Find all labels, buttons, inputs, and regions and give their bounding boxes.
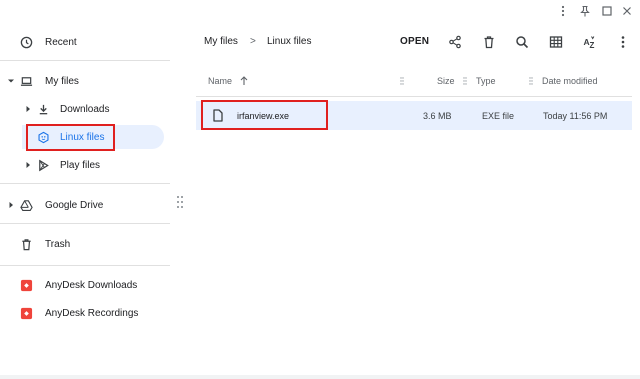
column-resize-icon[interactable]: [529, 76, 533, 86]
sort-arrow-up-icon[interactable]: [240, 76, 248, 86]
pin-icon[interactable]: [578, 4, 592, 18]
breadcrumb-current[interactable]: Linux files: [267, 36, 311, 47]
close-icon[interactable]: [620, 4, 634, 18]
divider: [0, 60, 170, 61]
toolbar: My files > Linux files OPEN AZ: [190, 24, 640, 60]
sidebar-item-play-files[interactable]: Play files: [0, 153, 170, 177]
anydesk-icon: [19, 306, 33, 320]
play-store-icon: [36, 158, 50, 172]
trash-icon: [19, 237, 33, 251]
divider: [0, 265, 170, 266]
search-icon[interactable]: [514, 34, 530, 50]
breadcrumb-root[interactable]: My files: [204, 36, 238, 47]
google-drive-icon: [19, 198, 33, 212]
sidebar-item-label: Play files: [60, 159, 101, 171]
anydesk-icon: [19, 278, 33, 292]
svg-text:Z: Z: [590, 41, 595, 49]
open-button[interactable]: OPEN: [400, 36, 429, 47]
breadcrumb-separator: >: [250, 36, 256, 47]
expand-arrow-icon[interactable]: [8, 77, 14, 85]
sort-az-icon[interactable]: AZ: [582, 34, 598, 50]
sidebar-item-recent[interactable]: Recent: [0, 30, 170, 54]
expand-arrow-icon[interactable]: [25, 161, 31, 169]
file-date: Today 11:56 PM: [543, 111, 608, 121]
sidebar-item-trash[interactable]: Trash: [0, 232, 170, 256]
sidebar-item-label: Downloads: [60, 103, 110, 115]
expand-arrow-icon[interactable]: [25, 105, 31, 113]
sidebar-item-label: Trash: [45, 238, 71, 250]
sidebar-item-anydesk-recordings[interactable]: AnyDesk Recordings: [0, 301, 170, 325]
download-icon: [36, 102, 50, 116]
more-icon[interactable]: [615, 34, 631, 50]
sidebar-item-label: My files: [45, 75, 79, 87]
grid-view-icon[interactable]: [548, 34, 564, 50]
sidebar-item-my-files[interactable]: My files: [0, 69, 170, 93]
sidebar-item-label: AnyDesk Recordings: [45, 307, 139, 319]
divider: [196, 96, 632, 97]
maximize-icon[interactable]: [600, 4, 614, 18]
share-icon[interactable]: [447, 34, 463, 50]
highlight-box: [201, 100, 328, 130]
title-bar: [0, 0, 640, 24]
sidebar-item-label: Google Drive: [45, 199, 104, 211]
file-size: 3.6 MB: [423, 111, 452, 121]
divider: [0, 183, 170, 184]
delete-icon[interactable]: [481, 34, 497, 50]
column-header-size[interactable]: Size: [437, 76, 455, 86]
laptop-icon: [19, 74, 33, 88]
divider: [0, 223, 170, 224]
highlight-box: [26, 124, 115, 151]
column-header-row: Name Size Type Date modified: [190, 71, 640, 91]
sidebar-item-downloads[interactable]: Downloads: [0, 97, 170, 121]
clock-icon: [19, 35, 33, 49]
column-resize-icon[interactable]: [400, 76, 404, 86]
file-type: EXE file: [482, 111, 515, 121]
expand-arrow-icon[interactable]: [8, 201, 14, 209]
sidebar-item-label: Recent: [45, 36, 77, 48]
sidebar-item-anydesk-downloads[interactable]: AnyDesk Downloads: [0, 273, 170, 297]
more-options-icon[interactable]: [556, 4, 570, 18]
column-header-type[interactable]: Type: [476, 76, 496, 86]
column-resize-icon[interactable]: [463, 76, 467, 86]
column-header-date[interactable]: Date modified: [542, 76, 598, 86]
sidebar-item-google-drive[interactable]: Google Drive: [0, 193, 170, 217]
sidebar-item-label: AnyDesk Downloads: [45, 279, 138, 291]
column-header-name[interactable]: Name: [208, 76, 232, 86]
bottom-border: [0, 375, 640, 379]
drag-handle-icon[interactable]: [176, 195, 184, 209]
